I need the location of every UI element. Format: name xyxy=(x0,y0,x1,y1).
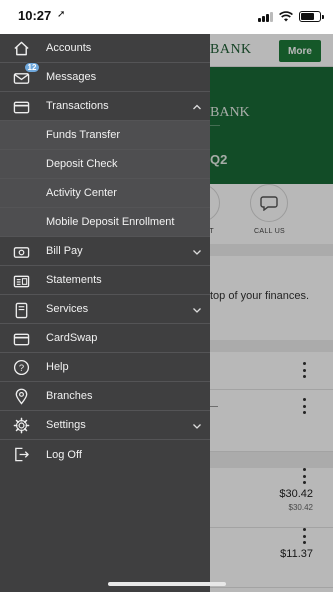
chevron-up-icon xyxy=(193,104,201,110)
menu-label: Funds Transfer xyxy=(46,129,120,141)
card-icon xyxy=(12,330,30,348)
chevron-down-icon xyxy=(193,250,201,255)
logout-icon xyxy=(12,445,30,463)
menu-label: Branches xyxy=(46,390,93,402)
menu-item-accounts[interactable]: Accounts xyxy=(0,34,210,63)
card-icon xyxy=(12,98,30,116)
menu-item-log-off[interactable]: Log Off xyxy=(0,440,210,469)
help-icon: ? xyxy=(12,358,30,376)
menu-label: Messages xyxy=(46,71,97,83)
menu-label: Mobile Deposit Enrollment xyxy=(46,216,175,228)
submenu-item-deposit-check[interactable]: Deposit Check xyxy=(0,150,210,179)
menu-item-bill-pay[interactable]: Bill Pay xyxy=(0,237,210,266)
cell-signal-icon xyxy=(258,11,273,22)
services-icon xyxy=(12,301,30,319)
menu-label: Services xyxy=(46,303,89,315)
menu-item-statements[interactable]: Statements xyxy=(0,266,210,295)
submenu-item-activity-center[interactable]: Activity Center xyxy=(0,179,210,208)
menu-label: Help xyxy=(46,361,69,373)
location-arrow-icon: ➚ xyxy=(57,9,66,20)
status-time: 10:27 xyxy=(18,8,52,23)
unread-badge: 12 xyxy=(24,62,40,73)
svg-text:?: ? xyxy=(18,362,23,373)
menu-label: Log Off xyxy=(46,448,82,461)
menu-label: Activity Center xyxy=(46,187,117,199)
home-indicator[interactable] xyxy=(108,582,226,586)
menu-label: Accounts xyxy=(46,42,92,54)
menu-label: Transactions xyxy=(46,100,109,112)
status-bar: 10:27 ➚ xyxy=(0,0,333,34)
statement-icon xyxy=(12,272,30,290)
home-icon xyxy=(12,39,30,57)
menu-item-settings[interactable]: Settings xyxy=(0,411,210,440)
menu-label: Settings xyxy=(46,419,86,431)
chevron-down-icon xyxy=(193,424,201,429)
gear-icon xyxy=(12,416,30,434)
wifi-icon xyxy=(279,11,293,22)
bill-icon xyxy=(12,243,30,261)
menu-item-services[interactable]: Services xyxy=(0,295,210,324)
battery-icon xyxy=(299,11,324,22)
menu-item-branches[interactable]: Branches xyxy=(0,382,210,411)
menu-item-transactions[interactable]: Transactions xyxy=(0,92,210,121)
menu-item-cardswap[interactable]: CardSwap xyxy=(0,324,210,353)
menu-label: CardSwap xyxy=(46,332,98,344)
menu-label: Deposit Check xyxy=(46,158,118,170)
menu-label: Statements xyxy=(46,274,102,286)
submenu-item-mobile-deposit-enrollment[interactable]: Mobile Deposit Enrollment xyxy=(0,208,210,237)
side-menu-drawer: Accounts 12 Messages Transactions Funds … xyxy=(0,34,210,592)
menu-item-messages[interactable]: 12 Messages xyxy=(0,62,210,92)
menu-label: Bill Pay xyxy=(46,245,83,257)
menu-item-help[interactable]: ? Help xyxy=(0,353,210,382)
chevron-down-icon xyxy=(193,308,201,313)
status-indicators xyxy=(258,11,324,22)
submenu-item-funds-transfer[interactable]: Funds Transfer xyxy=(0,121,210,150)
location-pin-icon xyxy=(12,387,30,405)
